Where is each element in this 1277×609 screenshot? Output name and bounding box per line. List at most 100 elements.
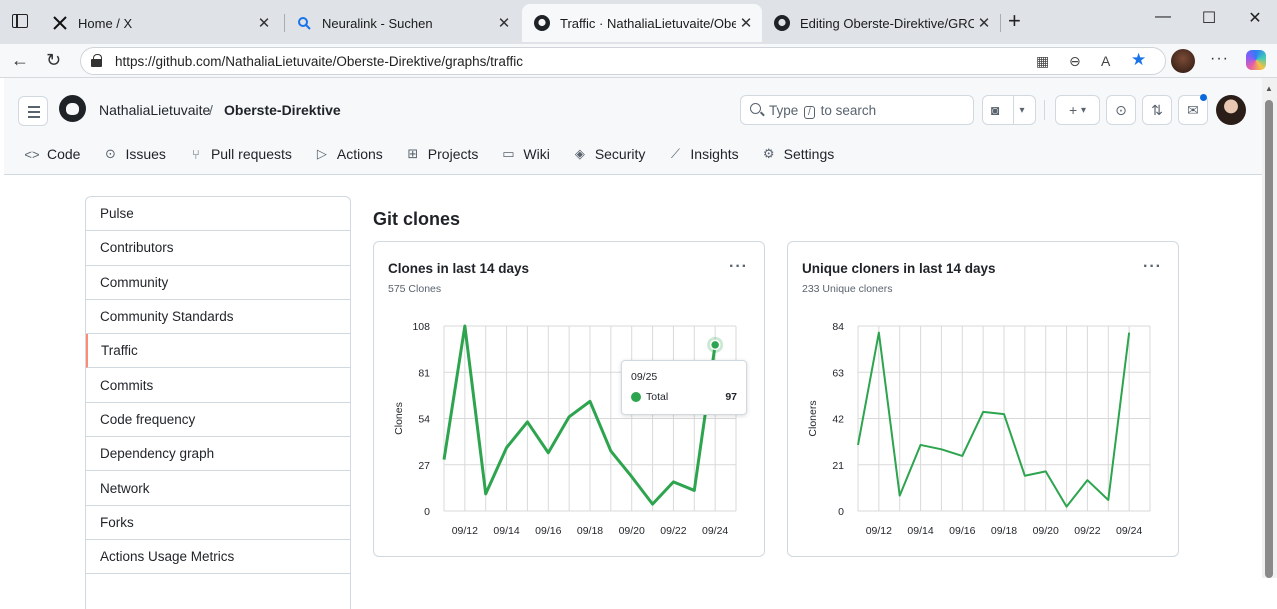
x-logo-icon — [52, 15, 68, 31]
x-tick-label: 09/18 — [991, 525, 1017, 537]
tab-settings[interactable]: ⚙ Settings — [761, 144, 834, 164]
browser-tab-neuralink[interactable]: Neuralink - Suchen ✕ — [284, 4, 520, 42]
sidebar-item-actions-usage-metrics[interactable]: Actions Usage Metrics — [86, 540, 350, 575]
github-logo-icon[interactable] — [59, 95, 86, 122]
maximize-icon[interactable]: ☐ — [1186, 8, 1232, 28]
x-tick-label: 09/16 — [949, 525, 975, 537]
github-icon — [774, 15, 790, 31]
sidebar-item-contributors[interactable]: Contributors — [86, 231, 350, 266]
close-tab-icon[interactable]: ✕ — [736, 14, 756, 32]
chart-tooltip: 09/25 Total 97 — [621, 360, 747, 415]
browser-toolbar: ← ↻ https://github.com/NathaliaLietuvait… — [0, 44, 1277, 78]
sidebar-item-community-standards[interactable]: Community Standards — [86, 300, 350, 335]
tab-pull-requests[interactable]: ⑂ Pull requests — [188, 144, 292, 164]
close-tab-icon[interactable]: ✕ — [494, 14, 514, 32]
search-placeholder: Type / to search — [769, 103, 877, 119]
hamburger-menu-icon[interactable] — [18, 96, 48, 126]
search-icon — [296, 15, 312, 31]
play-icon: ▷ — [316, 146, 327, 161]
header-divider — [1044, 100, 1045, 120]
search-icon — [750, 103, 761, 114]
read-aloud-icon[interactable]: A — [1101, 53, 1110, 69]
tooltip-series-dot — [631, 392, 641, 402]
clones-chart-card: Clones in last 14 days 575 Clones ··· 02… — [373, 241, 765, 557]
browser-tab-x[interactable]: Home / X ✕ — [40, 4, 280, 42]
tab-projects[interactable]: ⊞ Projects — [405, 144, 478, 164]
user-avatar[interactable] — [1216, 95, 1246, 125]
insights-sidebar: Pulse Contributors Community Community S… — [85, 196, 351, 609]
close-tab-icon[interactable]: ✕ — [974, 14, 994, 32]
sidebar-item-commits[interactable]: Commits — [86, 368, 350, 403]
browser-tab-strip: Home / X ✕ Neuralink - Suchen ✕ Traffic … — [0, 0, 1277, 44]
inbox-icon: ✉ — [1187, 101, 1199, 118]
sidebar-item-community[interactable]: Community — [86, 266, 350, 300]
plus-icon: + — [1068, 102, 1078, 118]
back-icon[interactable]: ← — [11, 50, 29, 71]
y-tick-label: 0 — [424, 506, 430, 518]
close-window-icon[interactable]: ✕ — [1232, 8, 1277, 28]
book-icon: ▭ — [502, 146, 515, 161]
tab-actions[interactable]: ▷ Actions — [314, 144, 383, 164]
x-tick-label: 09/18 — [577, 525, 603, 537]
x-tick-label: 09/24 — [1116, 525, 1142, 537]
sidebar-item-network[interactable]: Network — [86, 471, 350, 506]
gear-icon: ⚙ — [762, 146, 775, 161]
x-tick-label: 09/16 — [535, 525, 561, 537]
sidebar-toggle-icon[interactable] — [12, 14, 28, 28]
chevron-down-icon[interactable]: ▾ — [1019, 105, 1024, 116]
browser-tab-traffic[interactable]: Traffic · NathaliaLietuvaite/Oberste ✕ — [522, 4, 762, 42]
pull-request-icon: ⇅ — [1151, 101, 1163, 118]
app-available-icon[interactable]: ▦ — [1036, 53, 1049, 70]
y-tick-label: 108 — [412, 321, 430, 333]
chevron-down-icon: ▾ — [1081, 104, 1087, 116]
sidebar-item-dependency-graph[interactable]: Dependency graph — [86, 437, 350, 472]
copilot-icon[interactable] — [1246, 50, 1266, 70]
scroll-up-icon[interactable]: ▲ — [1265, 84, 1273, 93]
graph-icon: ⟋ — [670, 146, 680, 161]
tab-code[interactable]: <> Code — [24, 144, 80, 164]
scrollbar-thumb[interactable] — [1265, 100, 1273, 578]
zoom-out-icon[interactable]: ⊖ — [1069, 53, 1081, 70]
breadcrumb-separator: / — [209, 102, 213, 118]
y-tick-label: 54 — [418, 414, 430, 426]
page-scrollbar[interactable]: ▲ — [1262, 78, 1277, 578]
series-line — [442, 324, 717, 506]
tab-insights[interactable]: ⟋ Insights — [667, 144, 739, 164]
tooltip-value: 97 — [725, 391, 737, 403]
favorite-star-icon[interactable]: ★ — [1131, 50, 1146, 70]
sidebar-item-forks[interactable]: Forks — [86, 506, 350, 540]
tab-security[interactable]: ◈ Security — [572, 144, 646, 164]
sidebar-item-pulse[interactable]: Pulse — [86, 197, 350, 232]
minimize-icon[interactable]: — — [1140, 8, 1186, 26]
sidebar-item-code-frequency[interactable]: Code frequency — [86, 403, 350, 438]
reload-icon[interactable]: ↻ — [46, 50, 61, 71]
new-tab-icon[interactable]: + — [1008, 8, 1021, 34]
copilot-button[interactable]: ◙ ▾ — [982, 95, 1036, 125]
close-tab-icon[interactable]: ✕ — [254, 14, 274, 32]
pull-request-icon: ⑂ — [192, 146, 200, 162]
x-tick-label: 09/20 — [1033, 525, 1059, 537]
tab-wiki[interactable]: ▭ Wiki — [500, 144, 550, 164]
y-tick-label: 81 — [418, 367, 430, 379]
repo-nav: <> Code ⊙ Issues ⑂ Pull requests ▷ Actions ⊞… — [24, 144, 856, 164]
browser-menu-icon[interactable]: ··· — [1210, 50, 1229, 68]
lock-icon — [91, 54, 102, 67]
browser-profile-avatar[interactable] — [1171, 49, 1195, 73]
tab-issues[interactable]: ⊙ Issues — [102, 144, 166, 164]
highlight-point — [709, 339, 721, 351]
sidebar-item-traffic[interactable]: Traffic — [86, 334, 350, 369]
browser-tab-editing[interactable]: Editing Oberste-Direktive/GROK_I ✕ — [762, 4, 1000, 42]
x-tick-label: 09/14 — [493, 525, 519, 537]
x-tick-label: 09/22 — [660, 525, 686, 537]
breadcrumb-repo[interactable]: Oberste-Direktive — [224, 102, 341, 118]
y-axis-label: Clones — [393, 402, 405, 435]
github-icon — [534, 15, 550, 31]
create-new-button[interactable]: + ▾ — [1055, 95, 1100, 125]
pull-requests-button[interactable]: ⇅ — [1142, 95, 1172, 125]
breadcrumb-owner[interactable]: NathaliaLietuvaite — [99, 102, 210, 118]
tab-title: Neuralink - Suchen — [322, 15, 433, 31]
search-input[interactable]: Type / to search — [740, 95, 974, 125]
issues-button[interactable]: ⊙ — [1106, 95, 1136, 125]
address-bar[interactable]: https://github.com/NathaliaLietuvaite/Ob… — [80, 47, 1166, 75]
issue-icon: ⊙ — [1115, 101, 1127, 118]
